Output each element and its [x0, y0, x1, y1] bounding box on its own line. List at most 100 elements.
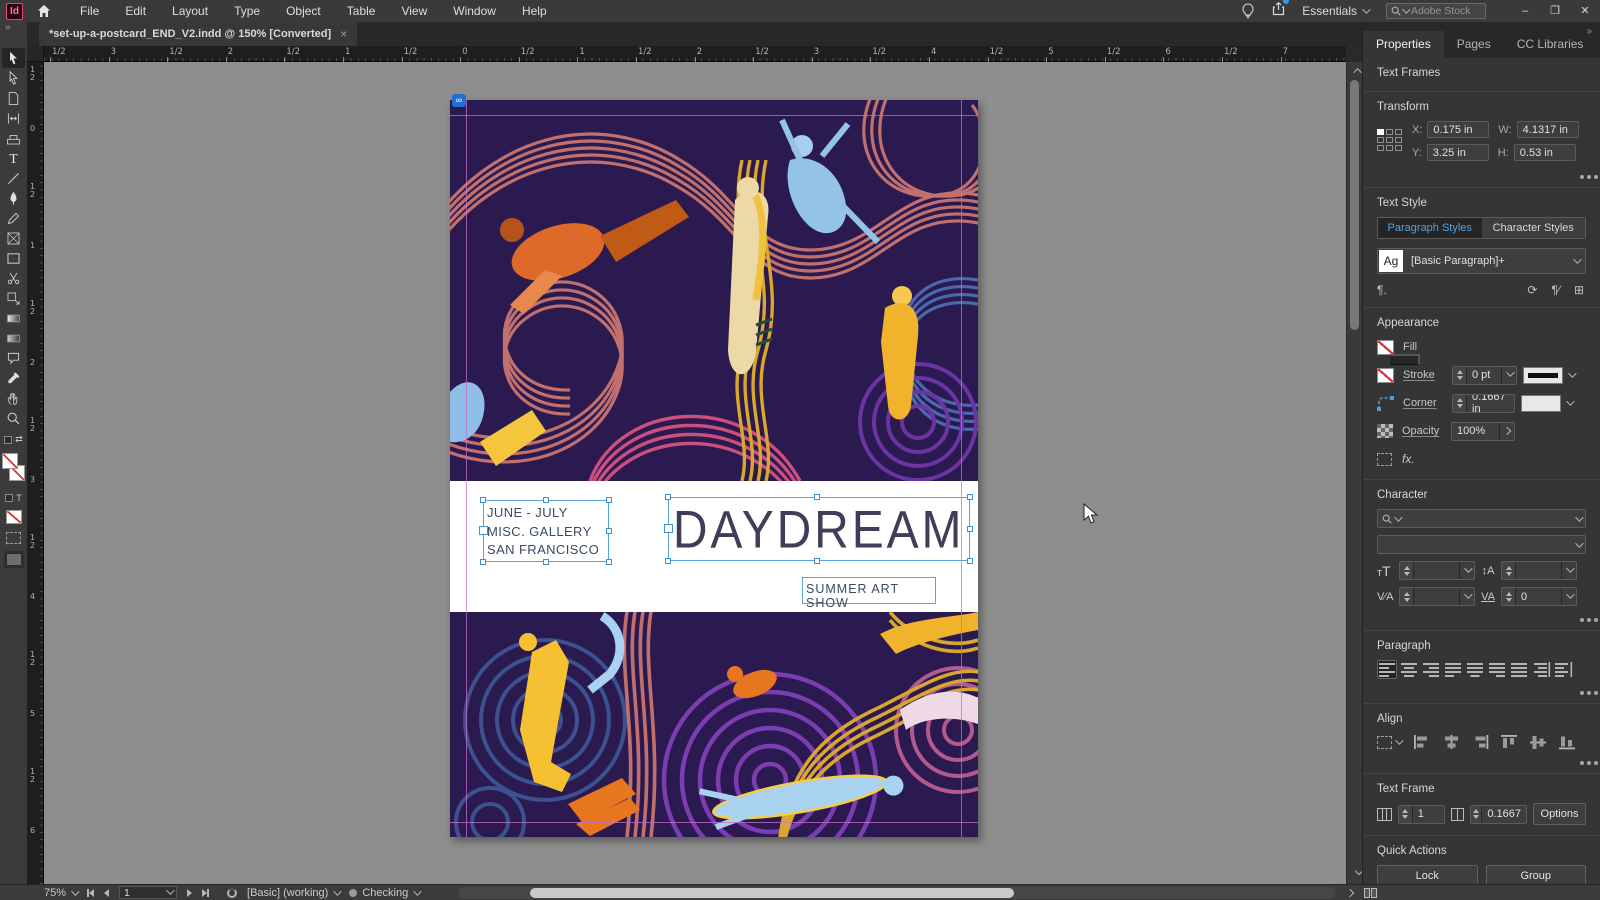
- leading-control[interactable]: [1501, 561, 1577, 580]
- menu-type[interactable]: Type: [221, 0, 273, 22]
- document-tab[interactable]: *set-up-a-postcard_END_V2.indd @ 150% [C…: [39, 22, 358, 46]
- stepper-icon[interactable]: [1502, 562, 1516, 579]
- more-options-icon[interactable]: [1580, 175, 1584, 179]
- selection-handle[interactable]: [814, 558, 820, 564]
- scissors-tool[interactable]: [2, 268, 25, 288]
- preflight-status[interactable]: Checking: [349, 887, 422, 899]
- pencil-tool[interactable]: [2, 208, 25, 228]
- artwork-bottom-image[interactable]: [450, 612, 978, 837]
- note-tool[interactable]: [2, 348, 25, 368]
- paragraph-styles-tab[interactable]: Paragraph Styles: [1378, 218, 1482, 238]
- preflight-profile-dropdown[interactable]: [Basic] (working): [247, 887, 342, 899]
- menu-help[interactable]: Help: [509, 0, 560, 22]
- paragraph-style-dropdown[interactable]: Ag [Basic Paragraph]+: [1377, 248, 1586, 274]
- spread-view-icon[interactable]: [1364, 887, 1377, 898]
- frame-tool[interactable]: [2, 228, 25, 248]
- zoom-level-control[interactable]: 75%: [44, 887, 80, 899]
- selection-handle[interactable]: [665, 494, 671, 500]
- stroke-label[interactable]: Stroke: [1403, 369, 1452, 381]
- horizontal-ruler[interactable]: 1/2 3 1/2 2 1/2 1 1/2 0 1/2 1 1/2 2 1/2 3 1/2 4 1/2 5 1/2 6…: [44, 46, 1346, 62]
- stepper-icon[interactable]: [1502, 588, 1516, 605]
- info-text-frame[interactable]: JUNE - JULY MISC. GALLERY SAN FRANCISCO: [479, 497, 612, 565]
- fill-swatch-none[interactable]: [1, 453, 18, 469]
- selection-handle[interactable]: [814, 494, 820, 500]
- opacity-label[interactable]: Opacity: [1402, 425, 1451, 437]
- home-icon[interactable]: [37, 4, 51, 18]
- type-tool[interactable]: T: [2, 148, 25, 168]
- opacity-control[interactable]: 100%: [1451, 421, 1515, 441]
- workspace-switcher[interactable]: Essentials: [1302, 4, 1371, 18]
- screen-mode-icon[interactable]: [5, 553, 22, 566]
- corner-label[interactable]: Corner: [1403, 397, 1452, 409]
- ruler-origin-corner[interactable]: [27, 46, 44, 62]
- chevron-down-icon[interactable]: [1561, 588, 1576, 605]
- minimize-button[interactable]: –: [1510, 0, 1540, 22]
- tracking-control[interactable]: 0: [1501, 587, 1577, 606]
- height-input[interactable]: 0.53 in: [1513, 144, 1576, 161]
- justify-center-button[interactable]: [1465, 660, 1485, 679]
- columns-control[interactable]: 1: [1397, 804, 1446, 824]
- collapse-panel-icon[interactable]: »: [5, 22, 27, 34]
- page-tool[interactable]: [2, 88, 25, 108]
- artwork-top-image[interactable]: [450, 100, 978, 481]
- align-right-button[interactable]: [1421, 660, 1441, 679]
- help-lightbulb-icon[interactable]: [1241, 3, 1255, 19]
- vertical-ruler[interactable]: 1 2 0 1 2 1 1 2 2 1 2 3 1 2 4 1 2 5 1 2 6: [27, 62, 44, 884]
- gutter-control[interactable]: 0.1667: [1470, 804, 1527, 824]
- align-vertical-centers-button[interactable]: [1527, 733, 1549, 751]
- width-input[interactable]: 4.1317 in: [1516, 121, 1579, 138]
- tab-close-icon[interactable]: ×: [340, 27, 347, 41]
- more-options-icon[interactable]: [1580, 761, 1584, 765]
- restore-button[interactable]: ❐: [1540, 0, 1570, 22]
- menu-layout[interactable]: Layout: [159, 0, 221, 22]
- stepper-icon[interactable]: [1471, 805, 1483, 823]
- fill-color-swatch[interactable]: [1377, 339, 1394, 355]
- subtitle-text-frame[interactable]: SUMMER ART SHOW: [802, 577, 936, 610]
- hand-tool[interactable]: [2, 388, 25, 408]
- font-style-dropdown[interactable]: [1377, 535, 1586, 554]
- selection-handle[interactable]: [967, 526, 973, 532]
- adobe-stock-search[interactable]: Adobe Stock: [1386, 3, 1486, 19]
- stepper-icon[interactable]: [1400, 562, 1414, 579]
- zoom-tool[interactable]: [2, 408, 25, 428]
- chevron-down-icon[interactable]: [1459, 588, 1474, 605]
- chevron-down-icon[interactable]: [1501, 366, 1516, 384]
- kerning-control[interactable]: [1399, 587, 1475, 606]
- title-text-frame[interactable]: DAYDREAM: [664, 494, 973, 564]
- align-toward-spine-button[interactable]: [1531, 660, 1551, 679]
- stroke-color-swatch[interactable]: [1377, 367, 1394, 383]
- share-icon[interactable]: [1271, 0, 1290, 21]
- fx-icon[interactable]: fx.: [1402, 452, 1415, 466]
- tools-panel-header[interactable]: »: [0, 22, 27, 48]
- eyedropper-tool[interactable]: [2, 368, 25, 388]
- align-left-edges-button[interactable]: [1411, 733, 1433, 751]
- previous-page-button[interactable]: [104, 888, 110, 897]
- vertical-scroll-thumb[interactable]: [1350, 80, 1359, 330]
- tab-pages[interactable]: Pages: [1444, 31, 1504, 58]
- chevron-right-icon[interactable]: [1499, 422, 1514, 440]
- menu-file[interactable]: File: [67, 0, 112, 22]
- menu-object[interactable]: Object: [273, 0, 334, 22]
- selection-tool[interactable]: [2, 48, 25, 68]
- create-style-icon[interactable]: ⊞: [1574, 283, 1584, 297]
- horizontal-scroll-thumb[interactable]: [530, 888, 1014, 898]
- panel-collapse-icon[interactable]: »: [1586, 26, 1592, 37]
- corner-size-control[interactable]: 0.1667 in: [1452, 393, 1515, 413]
- gap-tool[interactable]: [2, 108, 25, 128]
- redefine-style-icon[interactable]: ⟳: [1527, 283, 1537, 297]
- align-right-edges-button[interactable]: [1469, 733, 1491, 751]
- selection-handle[interactable]: [967, 558, 973, 564]
- next-page-button[interactable]: [187, 888, 193, 897]
- stroke-weight-control[interactable]: 0 pt: [1452, 365, 1517, 385]
- chevron-down-icon[interactable]: [1568, 369, 1577, 378]
- rectangle-tool[interactable]: [2, 248, 25, 268]
- selection-handle[interactable]: [606, 559, 612, 565]
- content-collector-tool[interactable]: [2, 128, 25, 148]
- stepper-icon[interactable]: [1400, 588, 1414, 605]
- x-input[interactable]: 0.175 in: [1427, 121, 1490, 138]
- selection-handle[interactable]: [664, 524, 673, 533]
- justify-left-button[interactable]: [1443, 660, 1463, 679]
- line-tool[interactable]: [2, 168, 25, 188]
- align-left-button[interactable]: [1377, 660, 1397, 679]
- vertical-scrollbar[interactable]: [1346, 62, 1364, 884]
